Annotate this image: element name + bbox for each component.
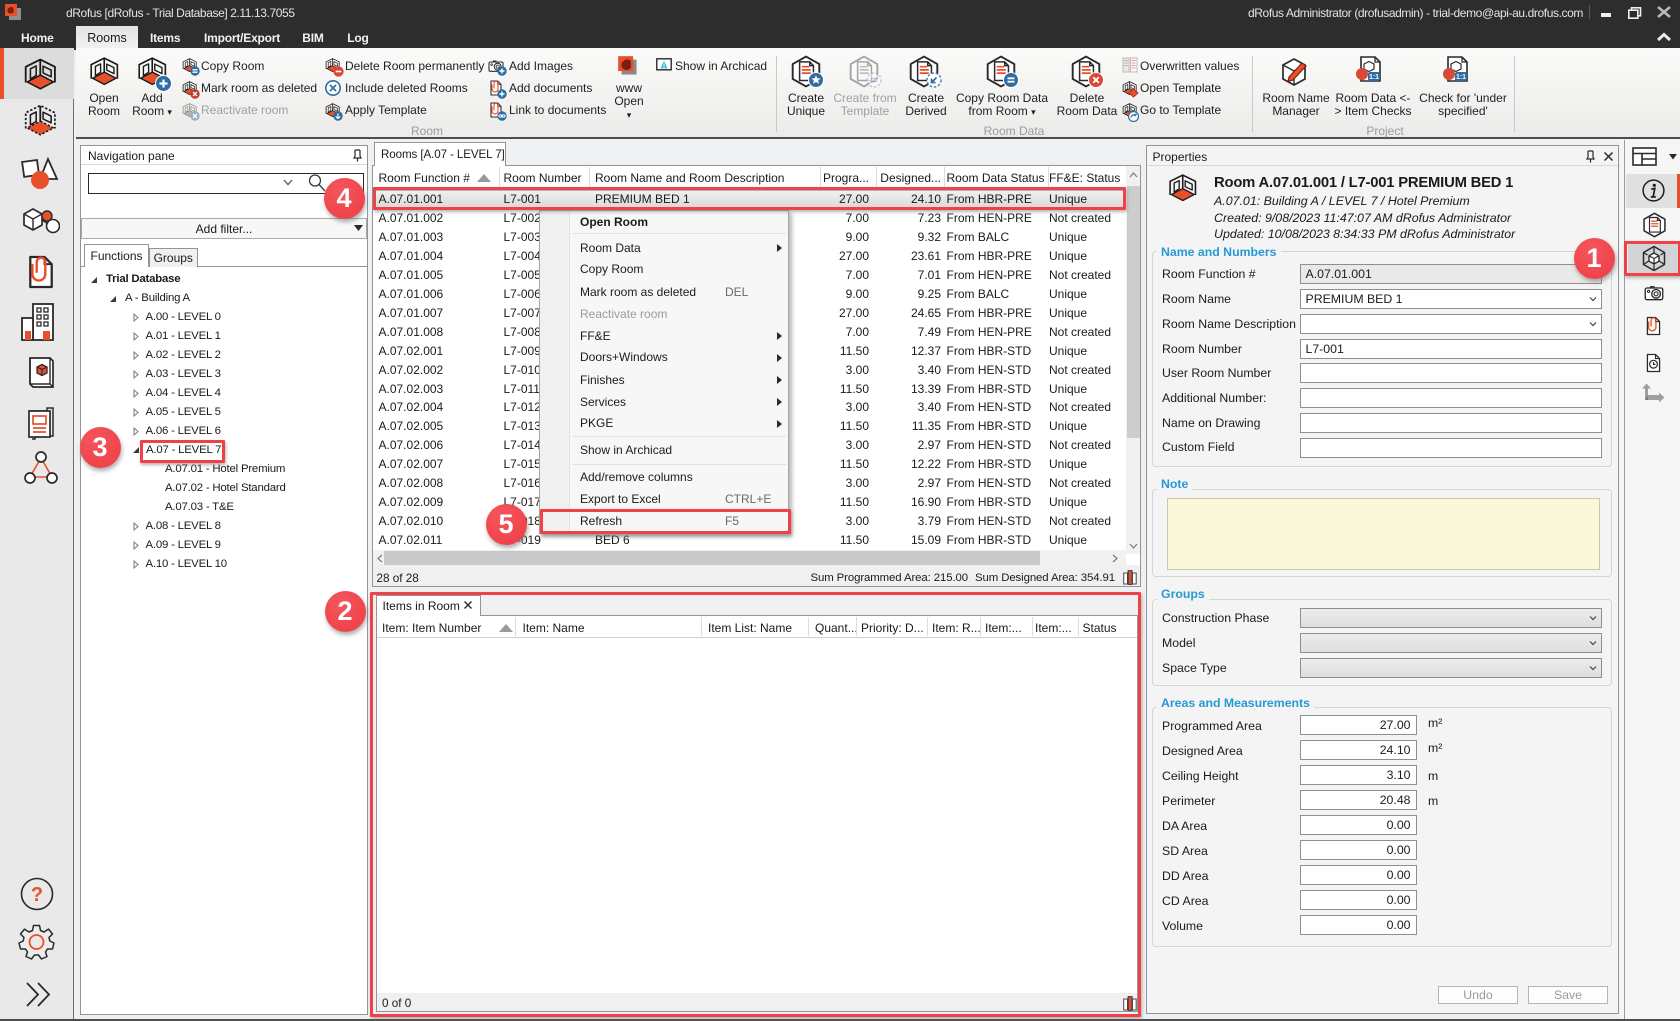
svg-text:?: ? <box>31 884 43 906</box>
svg-text:1:1: 1:1 <box>1456 74 1466 81</box>
svg-text:1:1: 1:1 <box>1369 74 1379 81</box>
